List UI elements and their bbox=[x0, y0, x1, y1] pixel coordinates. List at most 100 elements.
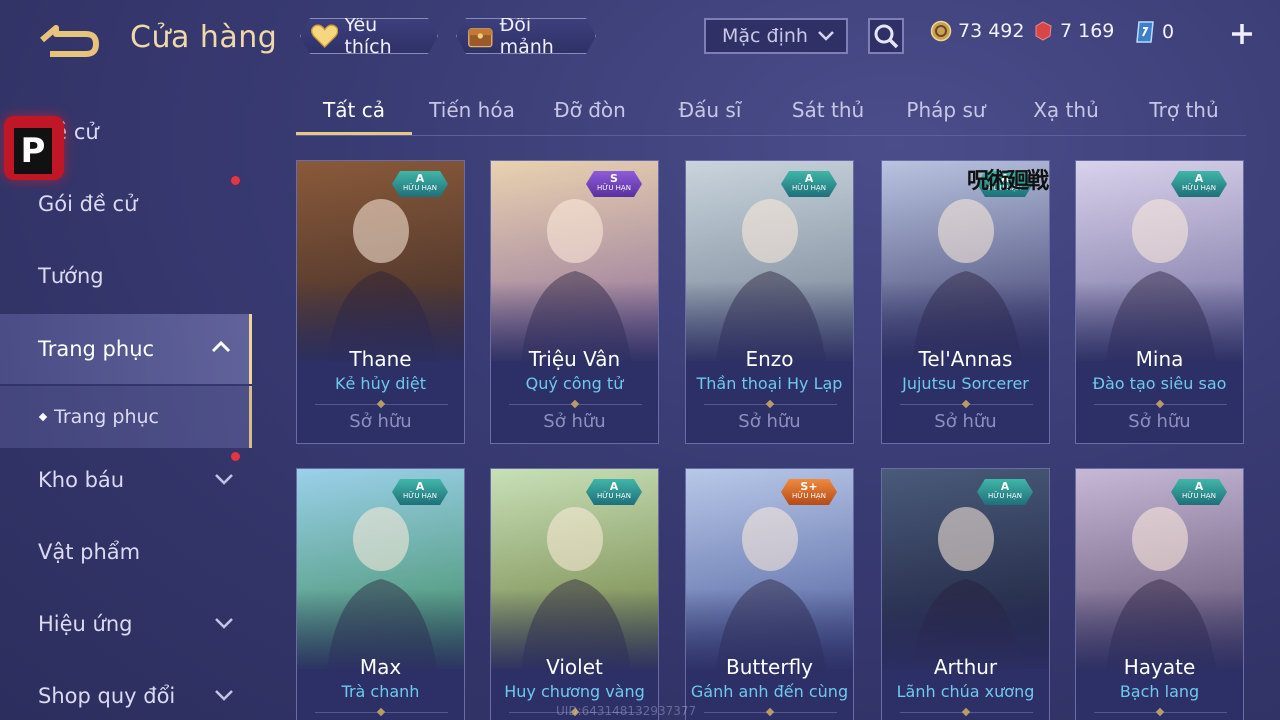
back-arrow-icon bbox=[40, 25, 99, 57]
skin-card[interactable]: A HỮU HẠN 呪術廻戦 Tel'Annas Jujutsu Sorcerer Sở … bbox=[881, 160, 1050, 444]
sidebar-item-items[interactable]: Vật phẩm bbox=[0, 520, 252, 584]
card-divider bbox=[900, 404, 1033, 405]
category-tabs: Tất cả Tiến hóa Đỡ đòn Đấu sĩ Sát thủ Ph… bbox=[296, 92, 1246, 136]
tab-marksman[interactable]: Xạ thủ bbox=[1008, 98, 1124, 136]
hero-name: Triệu Vân bbox=[528, 347, 621, 371]
favorites-label: Yêu thích bbox=[344, 14, 392, 58]
skin-name: Bạch lang bbox=[1119, 682, 1200, 701]
tab-fighter[interactable]: Đấu sĩ bbox=[652, 98, 768, 136]
ruby-amount: 7 169 bbox=[1060, 20, 1115, 42]
voucher-balance: 0 bbox=[1134, 20, 1174, 44]
tab-tank[interactable]: Đỡ đòn bbox=[532, 98, 648, 136]
rank-badge: A HỮU HẠN bbox=[586, 479, 642, 505]
card-divider bbox=[1094, 404, 1227, 405]
sidebar-item-label: Tướng bbox=[38, 264, 104, 288]
tab-mage[interactable]: Pháp sư bbox=[888, 98, 1004, 136]
limited-label: HỮU HẠN bbox=[403, 184, 437, 192]
card-divider bbox=[509, 404, 642, 405]
search-button[interactable] bbox=[868, 18, 904, 54]
sidebar: Đề cử Gói đề cử Tướng Trang phục Trang p… bbox=[0, 96, 252, 720]
skin-name: Thần thoại Hy Lạp bbox=[696, 374, 843, 393]
tab-support[interactable]: Trợ thủ bbox=[1126, 98, 1242, 136]
gold-amount: 73 492 bbox=[958, 20, 1025, 42]
rank-label: A bbox=[1000, 480, 1010, 493]
skin-card[interactable]: S+ HỮU HẠN Butterfly Gánh anh đến cùng bbox=[685, 468, 854, 720]
limited-label: HỮU HẠN bbox=[1182, 492, 1216, 500]
gold-balance: 73 492 bbox=[930, 20, 1024, 42]
add-currency-button[interactable] bbox=[1226, 18, 1258, 50]
skin-card[interactable]: A HỮU HẠN Arthur Lãnh chúa xương bbox=[881, 468, 1050, 720]
card-divider bbox=[315, 712, 448, 713]
skin-card[interactable]: A HỮU HẠN Hayate Bạch lang bbox=[1075, 468, 1244, 720]
ownership-status: Sở hữu bbox=[934, 411, 997, 432]
skin-name: Quý công tử bbox=[525, 374, 624, 393]
sidebar-item-label: Kho báu bbox=[38, 468, 125, 492]
hero-name: Max bbox=[359, 655, 402, 679]
skin-card[interactable]: A HỮU HẠN Enzo Thần thoại Hy Lạp Sở hữu bbox=[685, 160, 854, 444]
limited-label: HỮU HẠN bbox=[792, 184, 826, 192]
skin-grid: A HỮU HẠN Thane Kẻ hủy diệt Sở hữu S HỮU HẠN Tr… bbox=[296, 160, 1246, 720]
rank-badge: A HỮU HẠN bbox=[1171, 171, 1227, 197]
sidebar-item-label: Gói đề cử bbox=[38, 192, 138, 216]
notification-dot bbox=[231, 176, 240, 185]
user-id-watermark: UID:643148132937377 bbox=[556, 704, 697, 718]
ruby-balance: 7 169 bbox=[1032, 20, 1114, 42]
rank-badge: A HỮU HẠN bbox=[392, 171, 448, 197]
tab-all[interactable]: Tất cả bbox=[296, 98, 412, 136]
tab-assassin[interactable]: Sát thủ bbox=[770, 98, 886, 136]
sidebar-subitem-skins[interactable]: Trang phục bbox=[0, 386, 252, 448]
sidebar-item-treasure[interactable]: Kho báu bbox=[0, 448, 252, 512]
skin-card[interactable]: A HỮU HẠN Mina Đào tạo siêu sao Sở hữu bbox=[1075, 160, 1244, 444]
shard-exchange-label: Đổi mảnh bbox=[499, 14, 554, 58]
skin-name: Đào tạo siêu sao bbox=[1092, 374, 1227, 393]
card-divider bbox=[704, 404, 837, 405]
sidebar-item-label: Shop quy đổi bbox=[38, 684, 176, 708]
limited-label: HỮU HẠN bbox=[597, 492, 631, 500]
sidebar-item-heroes[interactable]: Tướng bbox=[0, 244, 252, 308]
hero-name: Hayate bbox=[1123, 655, 1196, 679]
hero-name: Mina bbox=[1135, 347, 1184, 371]
overlay-app-logo: P bbox=[4, 116, 64, 180]
p-logo-icon: P bbox=[14, 128, 52, 174]
skin-card[interactable]: S HỮU HẠN Triệu Vân Quý công tử Sở hữu bbox=[490, 160, 659, 444]
chevron-down-icon bbox=[818, 31, 834, 41]
skin-card[interactable]: A HỮU HẠN Thane Kẻ hủy diệt Sở hữu bbox=[296, 160, 465, 444]
sidebar-item-label: Trang phục bbox=[54, 406, 160, 428]
skin-card[interactable]: A HỮU HẠN Max Trà chanh bbox=[296, 468, 465, 720]
hero-name: Enzo bbox=[745, 347, 794, 371]
top-bar: Cửa hàng Yêu thích Đổi mảnh Mặc định 73 bbox=[0, 0, 1280, 76]
tab-evolution[interactable]: Tiến hóa bbox=[414, 98, 530, 136]
chevron-down-icon bbox=[215, 618, 233, 629]
skin-card[interactable]: A HỮU HẠN Violet Huy chương vàng bbox=[490, 468, 659, 720]
ownership-status: Sở hữu bbox=[1128, 411, 1191, 432]
card-divider bbox=[1094, 712, 1227, 713]
skin-name: Gánh anh đến cùng bbox=[690, 682, 849, 701]
sidebar-item-skins[interactable]: Trang phục bbox=[0, 314, 252, 384]
skin-name: Jujutsu Sorcerer bbox=[902, 374, 1029, 393]
sort-dropdown[interactable]: Mặc định bbox=[704, 18, 848, 54]
rank-label: A bbox=[609, 480, 619, 493]
sidebar-item-label: Trang phục bbox=[38, 337, 155, 361]
sidebar-item-featured-packs[interactable]: Gói đề cử bbox=[0, 172, 252, 236]
skin-name: Trà chanh bbox=[341, 682, 420, 701]
chevron-down-icon bbox=[215, 690, 233, 701]
rank-label: S bbox=[610, 172, 618, 185]
favorites-button[interactable]: Yêu thích bbox=[300, 18, 438, 54]
card-divider bbox=[704, 712, 837, 713]
rank-badge: A HỮU HẠN bbox=[781, 171, 837, 197]
hero-name: Arthur bbox=[933, 655, 998, 679]
sidebar-item-effects[interactable]: Hiệu ứng bbox=[0, 592, 252, 656]
sidebar-item-exchange-shop[interactable]: Shop quy đổi bbox=[0, 664, 252, 720]
back-button[interactable] bbox=[36, 22, 106, 58]
voucher-amount: 0 bbox=[1162, 21, 1175, 43]
ruby-gem-icon bbox=[1035, 21, 1052, 41]
rank-badge: S+ HỮU HẠN bbox=[781, 479, 837, 505]
sidebar-item-label: Vật phẩm bbox=[38, 540, 141, 564]
bullet-icon bbox=[38, 412, 48, 422]
limited-label: HỮU HẠN bbox=[988, 492, 1022, 500]
treasure-chest-icon bbox=[467, 22, 494, 50]
shard-exchange-button[interactable]: Đổi mảnh bbox=[456, 18, 596, 54]
collab-logo: 呪術廻戦 bbox=[966, 168, 1049, 194]
sort-value: Mặc định bbox=[722, 25, 808, 47]
heart-icon bbox=[311, 23, 338, 49]
